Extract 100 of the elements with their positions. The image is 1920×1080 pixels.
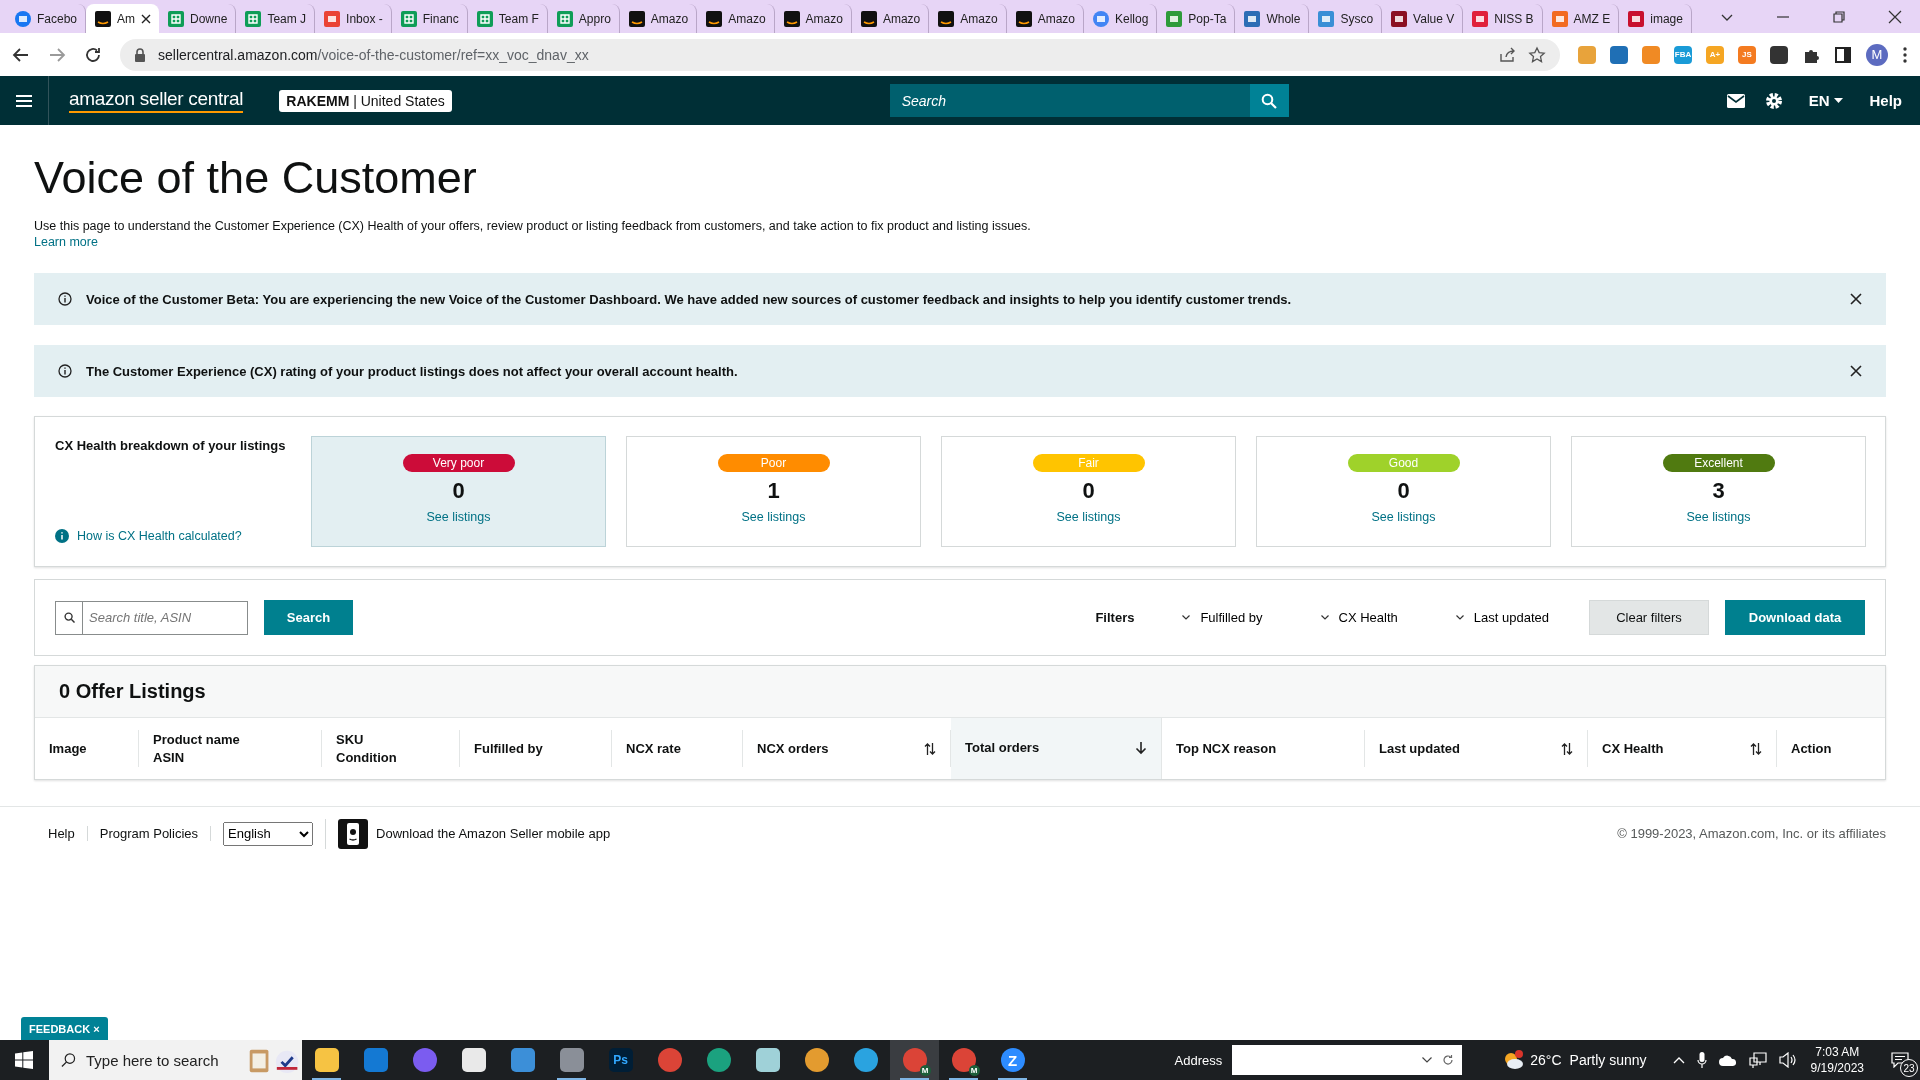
browser-tab[interactable]: Am — [86, 4, 160, 33]
filter-dropdown[interactable]: Last updated — [1449, 609, 1555, 626]
rating-badge: Poor — [717, 454, 830, 472]
help-link[interactable]: Help — [1869, 92, 1902, 109]
network-icon[interactable] — [1748, 1052, 1767, 1068]
site-icon — [400, 10, 417, 27]
column-header[interactable]: Total orders — [951, 718, 1162, 779]
chevron-icon — [1182, 615, 1191, 620]
filter-dropdown[interactable]: Fulfilled by — [1176, 609, 1269, 626]
health-card[interactable]: Good 0 See listings — [1256, 436, 1551, 547]
see-listings-link[interactable]: See listings — [1371, 510, 1436, 524]
clock-date[interactable]: 9/19/2023 — [1810, 1060, 1864, 1077]
app-download-link[interactable]: Download the Amazon Seller mobile app — [376, 826, 611, 841]
filters-label: Filters — [1095, 610, 1135, 625]
site-icon — [1015, 10, 1032, 27]
site-icon — [783, 10, 800, 27]
store-selector[interactable]: RAKEMM | United States — [279, 89, 452, 112]
search-input[interactable]: Type here to search — [83, 1050, 238, 1070]
banner-text: Voice of the Customer Beta: You are experiencing the new Voice of the Customer Dashboard. We have added new sources of customer feedback and insights to help you identify customer trends. — [86, 291, 1293, 307]
taskbar-app[interactable]: M — [939, 1040, 988, 1080]
refresh-icon[interactable] — [1442, 1054, 1455, 1066]
search-button[interactable]: Search — [264, 600, 353, 635]
dropdown-icon[interactable] — [1422, 1057, 1433, 1063]
tray-chevron-icon[interactable] — [1672, 1056, 1685, 1064]
profile-avatar[interactable]: M — [1866, 43, 1888, 66]
address-field[interactable]: sellercentral.amazon.com/voice-of-the-customer/ref=xx_voc_dnav_xx — [120, 38, 1560, 71]
clear-filters-button[interactable]: Clear filters — [1589, 600, 1709, 635]
taskbar-app[interactable]: M — [890, 1040, 939, 1080]
mail-icon[interactable] — [1726, 93, 1745, 108]
footer-link[interactable]: Program Policies — [99, 826, 211, 841]
side-panel-icon[interactable] — [1834, 45, 1852, 64]
reload-icon[interactable] — [84, 45, 102, 64]
see-listings-link[interactable]: See listings — [1686, 510, 1751, 524]
site-icon — [1628, 10, 1645, 27]
footer-link[interactable]: Help — [48, 826, 88, 841]
health-card[interactable]: Very poor 0 See listings — [311, 436, 606, 547]
search-field[interactable]: Search title, ASIN — [83, 600, 248, 635]
health-card[interactable]: Poor 1 See listings — [626, 436, 921, 547]
learn-more-link[interactable]: Learn more — [34, 235, 98, 249]
close-icon[interactable] — [1887, 9, 1902, 24]
column-header[interactable]: Top NCX reason — [1162, 730, 1365, 767]
windows-icon[interactable] — [15, 1051, 33, 1069]
column-header[interactable]: Fulfilled by — [460, 730, 612, 767]
rating-badge: Excellent — [1662, 454, 1775, 472]
site-icon — [1391, 10, 1408, 27]
column-header[interactable]: Product name ASIN — [139, 730, 322, 767]
taskbar-search-field[interactable]: Type here to search — [49, 1040, 302, 1080]
microphone-icon[interactable] — [1696, 1052, 1707, 1068]
info-icon — [55, 529, 69, 543]
search-field[interactable]: Search — [889, 84, 1250, 117]
column-header[interactable]: SKU Condition — [322, 730, 460, 767]
site-icon — [476, 10, 493, 27]
cloud-icon[interactable] — [1718, 1054, 1737, 1066]
back-icon[interactable] — [12, 45, 30, 64]
restore-icon[interactable] — [1831, 9, 1846, 24]
site-icon — [1472, 10, 1489, 27]
close-tab-icon[interactable] — [141, 13, 152, 24]
language-menu[interactable]: EN — [1802, 91, 1850, 110]
taskbar-app[interactable]: Ps — [596, 1040, 645, 1080]
sort-icon — [924, 741, 936, 756]
feedback-button[interactable]: FEEDBACK × — [21, 1017, 108, 1040]
clock-time[interactable]: 7:03 AM — [1815, 1043, 1860, 1060]
see-listings-link[interactable]: See listings — [741, 510, 806, 524]
cx-health-info-link[interactable]: How is CX Health calculated? — [77, 529, 242, 543]
column-header[interactable]: NCX rate — [612, 730, 743, 767]
weather-text: Partly sunny — [1569, 1052, 1647, 1068]
health-card[interactable]: Excellent 3 See listings — [1571, 436, 1866, 547]
site-icon — [168, 10, 185, 27]
copyright: © 1999-2023, Amazon.com, Inc. or its affiliates — [1617, 826, 1886, 841]
star-icon[interactable] — [1528, 45, 1546, 64]
see-listings-link[interactable]: See listings — [426, 510, 491, 524]
see-listings-link[interactable]: See listings — [1056, 510, 1121, 524]
column-header[interactable]: Action — [1777, 730, 1885, 767]
address-toolbar-field[interactable] — [1232, 1045, 1463, 1075]
site-icon — [938, 10, 955, 27]
column-header[interactable]: Image — [35, 730, 139, 767]
volume-icon[interactable] — [1778, 1052, 1797, 1068]
site-icon — [706, 10, 723, 27]
site-icon — [15, 10, 31, 27]
close-icon[interactable] — [1850, 293, 1862, 305]
health-card[interactable]: Fair 0 See listings — [941, 436, 1236, 547]
share-icon[interactable] — [1498, 45, 1516, 64]
filter-dropdown[interactable]: CX Health — [1314, 609, 1404, 626]
search-button[interactable] — [1249, 84, 1289, 117]
settings-icon[interactable] — [1764, 91, 1783, 110]
download-button[interactable]: Download data — [1725, 600, 1865, 635]
language-select[interactable]: English — [223, 821, 313, 846]
column-header[interactable]: Last updated — [1365, 730, 1588, 767]
logo[interactable]: amazon seller central — [69, 88, 244, 113]
close-icon[interactable] — [1850, 365, 1862, 377]
column-header[interactable]: CX Health — [1588, 730, 1777, 767]
extension-icon[interactable] — [1770, 45, 1788, 64]
forward-icon[interactable] — [48, 45, 66, 64]
weather-icon[interactable] — [1502, 1050, 1525, 1070]
menu-icon[interactable] — [16, 93, 32, 108]
site-icon — [1318, 10, 1335, 27]
listing-count: 3 — [1712, 478, 1725, 504]
page-description: Use this page to understand the Customer Experience (CX) Health of your offers, review product or listing feedback from customers, and take action to fix product and listing issues. — [34, 219, 1032, 233]
menu-icon[interactable] — [1902, 45, 1908, 64]
notifications-button[interactable]: 23 — [1880, 1040, 1920, 1080]
